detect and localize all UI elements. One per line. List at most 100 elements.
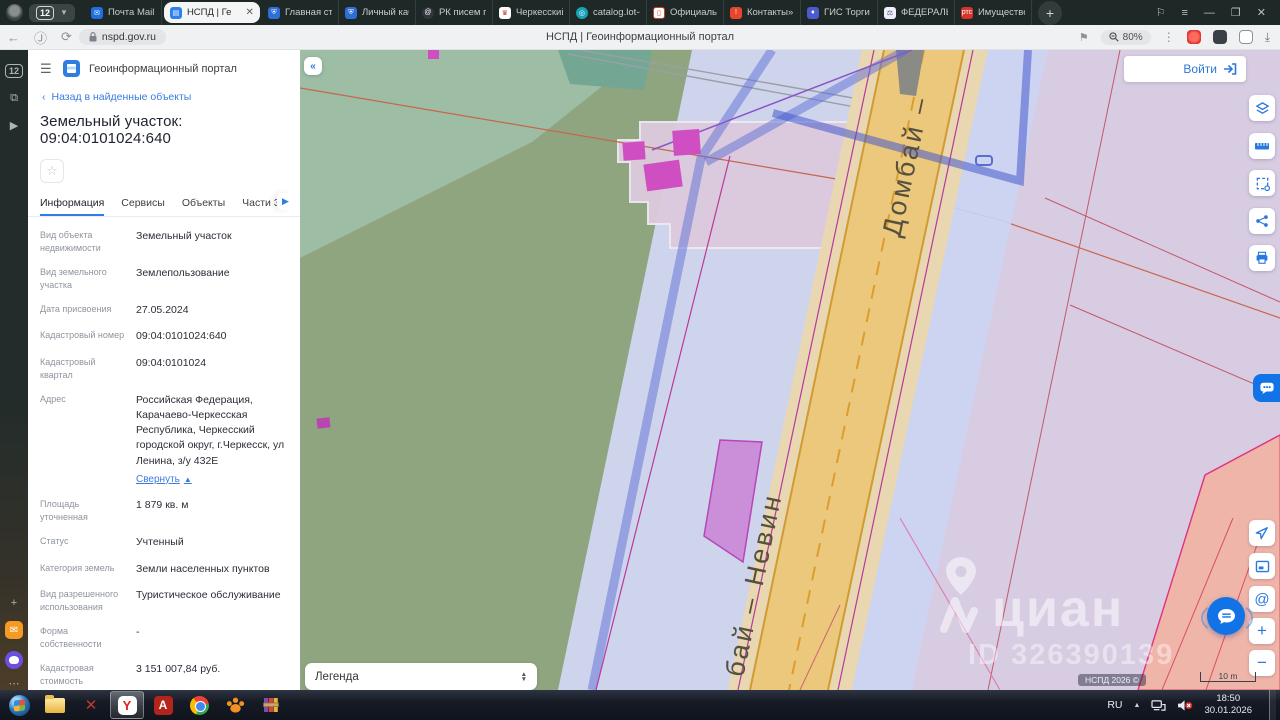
tabs-panel-badge[interactable]: 12 (4, 64, 23, 78)
more-icon[interactable]: ⋯ (9, 677, 20, 690)
minimize-button[interactable]: — (1204, 7, 1215, 19)
language-indicator[interactable]: RU (1107, 699, 1122, 711)
yandex-browser-button[interactable]: Y (110, 691, 144, 719)
search-address-button[interactable]: @ (1249, 586, 1275, 612)
layers-button[interactable] (1249, 95, 1275, 121)
kebab-menu-icon[interactable]: ⋮ (1163, 30, 1175, 44)
print-button[interactable] (1249, 245, 1275, 271)
windows-orb-icon (8, 694, 30, 716)
alice-icon[interactable] (5, 651, 23, 669)
zoom-badge[interactable]: 80% (1100, 29, 1151, 45)
tab-lichny-kabinet[interactable]: ⛨Личный каби (339, 0, 416, 25)
browser-side-strip: 12 ⧉ ▶ + ✉ ⋯ (0, 50, 28, 690)
paw-app-button[interactable] (218, 691, 252, 719)
plus-icon: + (1257, 621, 1267, 640)
measure-distance-button[interactable] (1249, 133, 1275, 159)
printer-icon (1256, 251, 1268, 264)
tab-ofitsialny[interactable]: ▯Официальны (647, 0, 724, 25)
winrar-button[interactable] (254, 691, 288, 719)
close-tab-icon[interactable]: ✕ (246, 7, 254, 18)
geolocate-button[interactable] (1249, 520, 1275, 546)
tab-rk-pisem[interactable]: @РК писем гра (416, 0, 493, 25)
taskbar-clock[interactable]: 18:50 30.01.2026 (1204, 693, 1252, 717)
chevron-down-icon: ▼ (60, 8, 68, 17)
map-attribution: НСПД 2026 © (1078, 674, 1147, 686)
explorer-button[interactable] (38, 691, 72, 719)
screencast-icon[interactable]: ⧉ (10, 92, 18, 105)
mail-icon: ✉ (90, 6, 103, 19)
measure-area-button[interactable] (1249, 170, 1275, 196)
lock-icon (89, 32, 97, 42)
chat-fab-button[interactable] (1201, 597, 1253, 635)
play-circle-icon[interactable]: ▶ (10, 119, 18, 132)
city-emblem-icon: ♛ (498, 6, 511, 19)
back-icon[interactable]: ← (7, 30, 20, 45)
zoom-in-button[interactable]: + (1249, 618, 1275, 644)
screen: 12 ▼ ✉ Почта Mail ▤ НСПД | Ге ✕ ⛨ Главная ст… (0, 0, 1280, 720)
collapse-address-link[interactable]: Свернуть ▲ (136, 473, 192, 488)
official-icon: ▯ (652, 6, 665, 19)
url-text: nspd.gov.ru (101, 31, 157, 43)
downloads-menu-icon[interactable]: ≡ (1181, 7, 1187, 19)
collapse-panel-button[interactable]: « (304, 57, 322, 75)
chrome-button[interactable] (182, 691, 216, 719)
refresh-icon[interactable]: ⟳ (61, 29, 72, 45)
volume-muted-icon[interactable] (1177, 699, 1193, 712)
locate-arrow-icon (1255, 527, 1268, 540)
bookmark-flag-icon[interactable]: ⚑ (1079, 31, 1089, 44)
tabs-scroll-right-button[interactable]: ▶ (277, 193, 294, 210)
legend-dropdown[interactable]: Легенда ▲ ▼ (305, 663, 537, 690)
download-icon[interactable]: ⤓ (1265, 30, 1270, 45)
show-hidden-icons[interactable]: ▲ (1134, 702, 1141, 709)
profile-avatar[interactable] (6, 4, 23, 21)
tab-gis-torgi[interactable]: ♦ ГИС Торги - (801, 0, 878, 25)
clock-time: 18:50 (1216, 693, 1241, 705)
tab-glavnaya[interactable]: ⛨Главная стра (262, 0, 339, 25)
yandex-page-icon[interactable]: Ⓙ (34, 28, 47, 47)
tab-federalny[interactable]: ⚖ФЕДЕРАЛЬН (878, 0, 955, 25)
tab-pochta-mail[interactable]: ✉ Почта Mail (85, 0, 162, 25)
tab-informatsiya[interactable]: Информация (40, 197, 105, 216)
login-button[interactable]: Войти (1124, 56, 1246, 82)
winrar-books-icon (263, 698, 279, 712)
hamburger-menu-icon[interactable]: ☰ (40, 61, 54, 77)
panels-icon[interactable]: ⚐ (1156, 6, 1166, 19)
tab-cherkessky[interactable]: ♛ Черкесский (493, 0, 570, 25)
rts-icon: ртс (960, 6, 973, 19)
add-panel-icon[interactable]: + (11, 597, 17, 609)
chat-bubble-icon (1217, 608, 1235, 624)
minimap-button[interactable] (1249, 553, 1275, 579)
red-cross-app-button[interactable]: ✕ (74, 691, 108, 719)
restore-button[interactable]: ❐ (1231, 6, 1241, 19)
extension-copy-icon[interactable] (1238, 30, 1253, 44)
acrobat-button[interactable]: A (146, 691, 180, 719)
assistant-side-tab[interactable] (1253, 374, 1280, 402)
tab-counter[interactable]: 12 ▼ (29, 3, 75, 22)
tab-strip: ✉Почта Mail ▤НСПД | Ге✕ ⛨Главная стра ⛨Л… (85, 0, 1126, 25)
back-to-results-link[interactable]: ‹ Назад в найденные объекты (28, 83, 300, 103)
share-button[interactable] (1249, 208, 1275, 234)
parcel-title: Земельный участок: 09:04:0101024:640 (40, 113, 183, 147)
field-row: Вид разрешенного использования Туристичес… (40, 588, 281, 612)
show-desktop-button[interactable] (1269, 690, 1276, 720)
tab-imushchestvo[interactable]: ртс Имущество (955, 0, 1032, 25)
tab-catalog[interactable]: ◎ catalog.lot-o (570, 0, 647, 25)
yandex-mail-icon[interactable]: ✉ (5, 621, 23, 639)
tab-obekty[interactable]: Объекты (182, 197, 225, 216)
extension-flower-icon[interactable] (1186, 30, 1201, 44)
layers-icon (1255, 101, 1269, 114)
tab-kontakty[interactable]: !Контакты» С (724, 0, 801, 25)
new-tab-button[interactable]: + (1037, 0, 1062, 25)
favorite-star-button[interactable]: ☆ (40, 159, 64, 183)
tab-nspd-active[interactable]: ▤ НСПД | Ге ✕ (163, 2, 260, 23)
url-field[interactable]: nspd.gov.ru (78, 29, 167, 45)
start-button[interactable] (2, 691, 36, 719)
tab-servisy[interactable]: Сервисы (121, 197, 165, 216)
close-button[interactable]: ✕ (1257, 6, 1266, 19)
area-select-icon (1256, 177, 1270, 191)
network-icon[interactable] (1151, 699, 1167, 712)
map-canvas[interactable]: Домбай – бай – Невин циан ID 326390139 «… (300, 50, 1280, 690)
extension-dark-icon[interactable] (1212, 30, 1227, 44)
ruler-icon (1255, 143, 1269, 150)
caret-up-icon: ▲ (183, 475, 192, 485)
